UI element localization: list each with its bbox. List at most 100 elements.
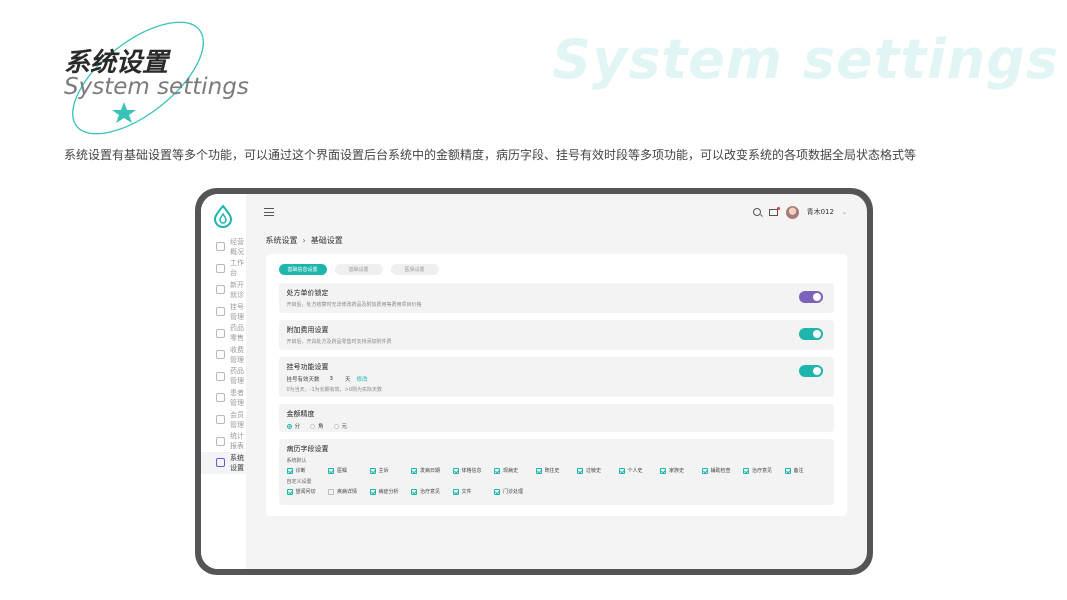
checkbox-checked-icon <box>411 467 417 474</box>
star-icon <box>112 102 136 123</box>
settings-tabs: 基础信息设置 基础设置 医保设置 <box>278 264 835 275</box>
menu-toggle-icon[interactable] <box>263 208 274 216</box>
precision-option-yuan[interactable]: 元 <box>333 422 347 430</box>
breadcrumb: 系统设置 › 基础设置 <box>246 230 868 250</box>
field-checkbox[interactable]: 体格信息 <box>452 467 495 474</box>
user-name[interactable]: 青木012 <box>807 207 834 217</box>
mail-icon[interactable] <box>768 206 780 216</box>
field-checkbox[interactable]: 发病日期 <box>411 467 453 474</box>
extra-fee-panel: 附加费用设置 开启后，开具处方及药品零售时支持添加附件费 <box>278 320 834 350</box>
sidebar-item-label: 收费管理 <box>230 345 244 364</box>
field-checkbox-label: 病症分析 <box>378 489 399 495</box>
field-checkbox[interactable]: 备注 <box>784 467 827 474</box>
field-checkbox-label: 过敏史 <box>586 468 602 474</box>
checkbox-checked-icon <box>286 467 293 474</box>
background-title: System settings <box>552 28 1059 91</box>
breadcrumb-root[interactable]: 系统设置 <box>266 235 298 246</box>
sidebar-item[interactable]: 工作台 <box>201 258 246 280</box>
checkbox-checked-icon <box>411 488 417 495</box>
sidebar-item[interactable]: 新开就诊 <box>201 279 246 301</box>
checkbox-checked-icon <box>369 488 376 495</box>
register-days-label: 挂号有效天数 <box>286 377 320 383</box>
user-icon <box>216 393 225 403</box>
search-icon[interactable] <box>752 208 761 216</box>
settings-icon <box>216 458 225 468</box>
sidebar-item[interactable]: 患者管理 <box>201 387 246 409</box>
field-checkbox[interactable]: 既往史 <box>535 467 578 474</box>
precision-option-label: 角 <box>318 424 324 430</box>
field-checkbox-label: 文件 <box>461 489 472 495</box>
capsule-icon <box>216 371 225 381</box>
sidebar-item[interactable]: 统计报表 <box>201 430 246 452</box>
field-checkbox-label: 体格信息 <box>461 468 482 474</box>
logo-drop-icon <box>214 204 233 228</box>
register-toggle[interactable] <box>799 365 823 377</box>
sidebar-item-label: 药品管理 <box>230 367 244 386</box>
topbar: 青木012 ⌄ <box>246 194 868 230</box>
custom-fields-list: 望闻问切 疾病详情 病症分析 治疗意见 文件 门诊处理 <box>286 488 827 495</box>
fields-default-label: 系统默认 <box>286 458 307 464</box>
checkbox-checked-icon <box>743 467 749 474</box>
register-days-value: 3 <box>329 376 334 382</box>
precision-panel: 金额精度 分 角 元 <box>278 404 834 432</box>
field-checkbox[interactable]: 过敏史 <box>577 467 619 474</box>
tab-basic-info[interactable]: 基础信息设置 <box>278 264 327 275</box>
field-checkbox-label: 医嘱 <box>337 468 348 474</box>
field-checkbox[interactable]: 门诊处理 <box>494 488 536 495</box>
radio-unchecked-icon <box>310 423 316 429</box>
extra-fee-toggle[interactable] <box>799 328 823 340</box>
avatar[interactable] <box>785 205 799 219</box>
precision-option-fen[interactable]: 分 <box>286 422 301 430</box>
sidebar-item[interactable]: 会员管理 <box>201 409 246 431</box>
sidebar-item[interactable]: 经营概况 <box>201 236 246 258</box>
field-checkbox-label: 家族史 <box>669 468 685 474</box>
sidebar-item[interactable]: 收费管理 <box>201 344 246 366</box>
register-desc: 0为当天，-1为长期有效，>0则为实际天数 <box>286 387 383 393</box>
sidebar-item-label: 新开就诊 <box>230 280 244 299</box>
price-lock-desc: 开启后，处方结算时无法修改药品及附加费用等费用项目价格 <box>286 302 422 308</box>
field-checkbox[interactable]: 疾病详情 <box>328 488 370 495</box>
sidebar-item[interactable]: 系统设置 <box>201 451 246 474</box>
field-checkbox[interactable]: 治疗意见 <box>743 467 785 474</box>
extra-fee-title: 附加费用设置 <box>286 326 329 334</box>
price-lock-toggle[interactable] <box>799 291 823 303</box>
field-checkbox[interactable]: 文件 <box>452 488 495 495</box>
field-checkbox[interactable]: 望闻问切 <box>286 488 329 495</box>
checkbox-checked-icon <box>618 467 625 474</box>
breadcrumb-current: 基础设置 <box>310 235 343 245</box>
field-checkbox[interactable]: 医嘱 <box>328 467 370 474</box>
field-checkbox-label: 治疗意见 <box>420 489 441 495</box>
sidebar-item[interactable]: 药品管理 <box>201 366 246 388</box>
field-checkbox-label: 发病日期 <box>420 468 441 474</box>
chart-icon <box>216 242 225 252</box>
sidebar-item-label: 患者管理 <box>230 388 244 407</box>
chevron-down-icon[interactable]: ⌄ <box>842 209 847 216</box>
checkbox-checked-icon <box>660 467 666 474</box>
checkbox-checked-icon <box>701 467 708 474</box>
field-checkbox[interactable]: 现病史 <box>494 467 536 474</box>
sidebar-item[interactable]: 药品零售 <box>201 322 246 344</box>
hero-description: 系统设置有基础设置等多个功能，可以通过这个界面设置后台系统中的金额精度，病历字段… <box>64 148 917 162</box>
field-checkbox[interactable]: 主诉 <box>369 467 412 474</box>
tab-insurance-settings[interactable]: 医保设置 <box>390 264 439 275</box>
field-checkbox[interactable]: 个人史 <box>618 467 661 474</box>
field-checkbox[interactable]: 治疗意见 <box>411 488 453 495</box>
sidebar: 经营概况 工作台新开就诊挂号管理 药品零售 收费管理药品管理患者管理会员管理 统计报表系… <box>201 194 246 569</box>
field-checkbox[interactable]: 诊断 <box>286 467 329 474</box>
page: System settings 系统设置 System settings 系统设… <box>0 0 1067 600</box>
sidebar-item-label: 工作台 <box>230 259 244 278</box>
field-checkbox-label: 疾病详情 <box>337 489 358 495</box>
precision-option-jiao[interactable]: 角 <box>310 422 324 430</box>
field-checkbox[interactable]: 家族史 <box>660 467 702 474</box>
sidebar-item[interactable]: 挂号管理 <box>201 301 246 323</box>
precision-option-label: 分 <box>294 424 301 430</box>
field-checkbox[interactable]: 辅助检查 <box>701 467 744 474</box>
tab-basic-settings[interactable]: 基础设置 <box>334 264 383 275</box>
fee-icon <box>216 350 225 360</box>
report-icon <box>216 436 225 446</box>
register-edit-link[interactable]: 修改 <box>357 375 368 383</box>
field-checkbox-label: 备注 <box>793 468 804 474</box>
device-frame: 经营概况 工作台 新开就诊 挂号管理 药品零售 收费管理 药品管理 患者管理 会员管理 统计报表系… <box>195 188 873 575</box>
pill-grid-icon <box>216 328 225 338</box>
field-checkbox[interactable]: 病症分析 <box>369 488 412 495</box>
